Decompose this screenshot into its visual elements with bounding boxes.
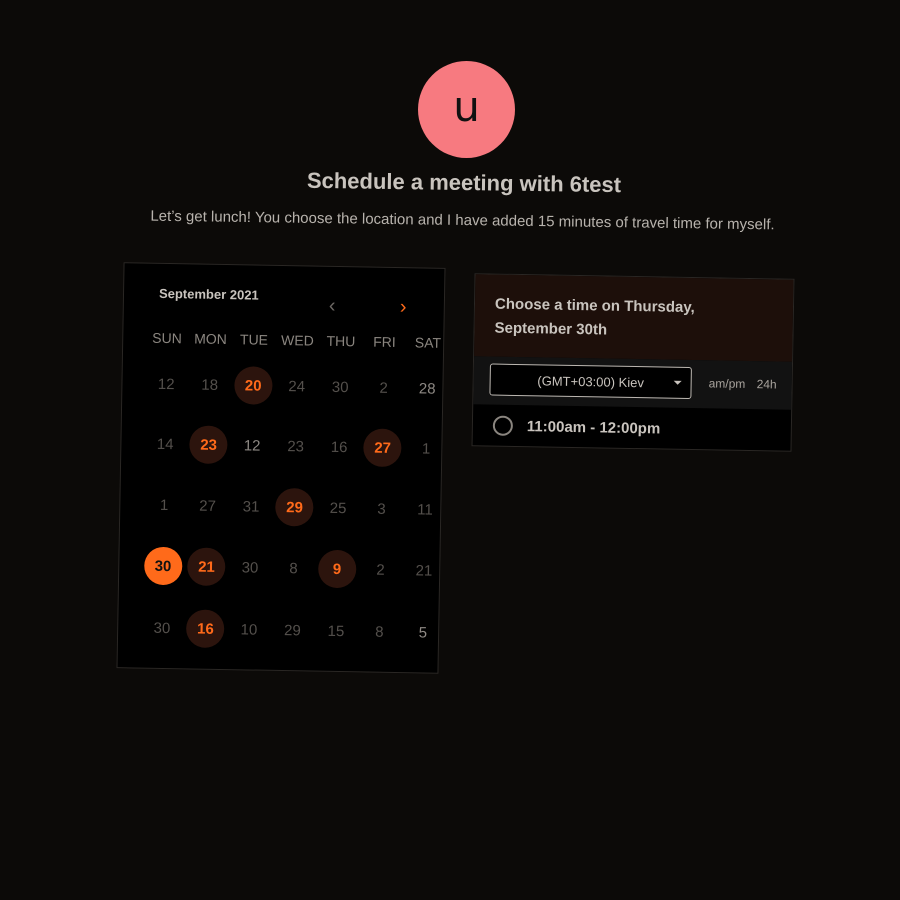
- weekday-label: MON: [194, 330, 227, 348]
- chevron-right-icon[interactable]: ›: [400, 296, 407, 319]
- weekday-label: TUE: [239, 331, 269, 348]
- calendar-day-available[interactable]: 23: [189, 425, 228, 465]
- calendar-day: 30: [241, 558, 259, 577]
- calendar-day: 1: [159, 496, 169, 514]
- timezone-value: (GMT+03:00) Kiev: [537, 372, 645, 390]
- calendar-week-row: 14 23 12 23 16 27 1: [143, 425, 444, 468]
- calendar-day: 5: [418, 623, 428, 642]
- calendar-week-row: 30 16 10 29 15 8 5: [140, 609, 441, 652]
- calendar-day: 25: [329, 499, 347, 517]
- calendar-grid: 12 18 20 24 30 2 28 14 23 12 23 16 27 1 1 27 31 29 25 3 11 30…: [125, 263, 445, 649]
- calendar-day: 1: [421, 439, 431, 458]
- calendar-day-available[interactable]: 16: [186, 609, 225, 649]
- weekday-label: FRI: [373, 333, 396, 350]
- calendar-day-available[interactable]: 27: [363, 428, 402, 468]
- calendar-day: 2: [376, 561, 385, 579]
- weekday-label: THU: [326, 332, 356, 350]
- calendar-day: 29: [283, 621, 301, 639]
- calendar-day-available[interactable]: 29: [275, 487, 314, 527]
- time-slot[interactable]: 11:00am - 12:00pm: [473, 404, 792, 452]
- time-picker-card: Choose a time on Thursday, September 30t…: [471, 273, 795, 452]
- host-avatar: u: [418, 61, 515, 158]
- calendar-day-available[interactable]: 21: [187, 547, 226, 587]
- calendar-day: 23: [287, 437, 305, 455]
- calendar-day: 10: [240, 620, 258, 639]
- calendar-day-available[interactable]: 9: [317, 549, 357, 589]
- calendar-day: 27: [199, 497, 217, 515]
- calendar-day: 14: [156, 435, 174, 453]
- calendar-day: 12: [157, 375, 175, 393]
- calendar-day: 11: [417, 500, 433, 519]
- format-24h-toggle[interactable]: 24h: [757, 377, 777, 391]
- calendar-day: 3: [377, 500, 386, 518]
- calendar-week-row: 30 21 30 8 9 2 21: [141, 546, 442, 590]
- calendar-day: 24: [288, 377, 306, 395]
- radio-button[interactable]: [492, 415, 514, 436]
- calendar-day-selected[interactable]: 30: [143, 546, 183, 586]
- weekday-label: SUN: [152, 329, 182, 347]
- calendar-day: 16: [330, 438, 348, 456]
- calendar-day: 12: [243, 436, 261, 455]
- calendar-day: 8: [289, 559, 298, 577]
- timezone-select[interactable]: (GMT+03:00) Kiev: [489, 363, 692, 400]
- calendar-day: 31: [242, 497, 260, 516]
- calendar-day-available[interactable]: 20: [233, 366, 273, 405]
- calendar-day: 30: [153, 619, 171, 637]
- weekday-header: SUN MON TUE WED THU FRI SAT: [145, 330, 445, 351]
- calendar-day: 2: [379, 379, 388, 397]
- calendar-week-row: 12 18 20 24 30 2 28: [144, 365, 445, 408]
- time-slot-label: 11:00am - 12:00pm: [526, 417, 661, 437]
- time-picker-header: Choose a time on Thursday, September 30t…: [474, 274, 794, 362]
- weekday-label: WED: [281, 331, 314, 349]
- calendar-card: September 2021 ‹ › SUN MON TUE WED THU F…: [116, 262, 446, 674]
- calendar-day: 15: [327, 622, 345, 640]
- calendar-day: 30: [331, 378, 349, 396]
- calendar-day: 21: [415, 561, 433, 580]
- caret-down-icon: [673, 380, 682, 385]
- timezone-bar: (GMT+03:00) Kiev am/pm 24h: [473, 356, 793, 410]
- page-title: Schedule a meeting with 6test: [306, 167, 622, 198]
- weekday-label: SAT: [414, 334, 442, 351]
- calendar-day: 28: [418, 379, 436, 398]
- chevron-left-icon[interactable]: ‹: [329, 295, 336, 318]
- meeting-description: Let’s get lunch! You choose the location…: [150, 207, 775, 234]
- calendar-week-row: 1 27 31 29 25 3 11: [142, 486, 443, 529]
- calendar-day: 18: [201, 376, 219, 394]
- format-ampm-toggle[interactable]: am/pm: [709, 376, 746, 391]
- calendar-day: 8: [375, 623, 384, 641]
- calendar-month-label: September 2021: [158, 285, 259, 303]
